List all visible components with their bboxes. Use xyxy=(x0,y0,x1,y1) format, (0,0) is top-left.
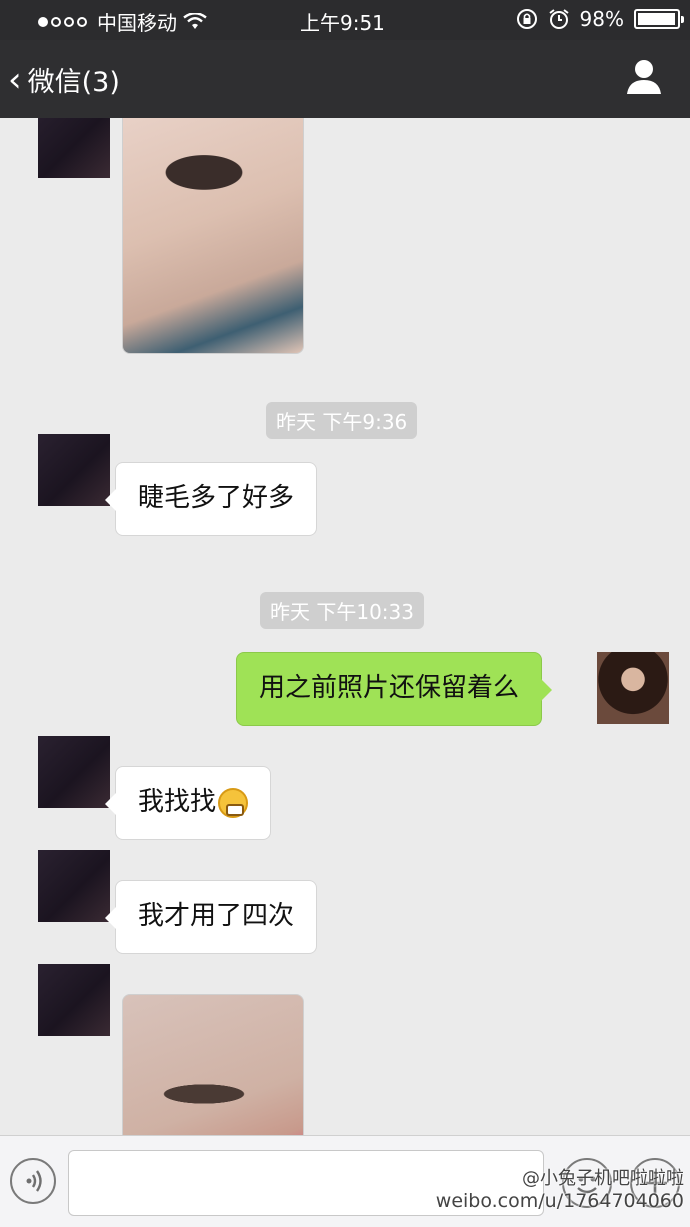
voice-icon[interactable] xyxy=(10,1158,56,1204)
contact-avatar[interactable] xyxy=(38,964,110,1036)
person-icon[interactable] xyxy=(624,56,664,96)
navigation-bar: ‹ 微信(3) xyxy=(0,40,690,118)
timestamp: 昨天 下午9:36 xyxy=(266,402,418,439)
wifi-icon xyxy=(183,12,207,29)
orientation-lock-icon xyxy=(516,9,537,29)
status-time: 上午9:51 xyxy=(300,11,385,35)
message-bubble[interactable]: 睫毛多了好多 xyxy=(104,462,318,536)
status-bar: 中国移动 上午9:51 98% xyxy=(0,0,690,40)
alarm-icon xyxy=(548,9,569,29)
contact-avatar[interactable] xyxy=(38,434,110,506)
message-image[interactable] xyxy=(122,994,304,1135)
contact-avatar[interactable] xyxy=(38,118,110,178)
timestamp: 昨天 下午10:33 xyxy=(260,592,424,629)
chevron-left-icon: ‹ xyxy=(8,59,22,100)
contact-avatar[interactable] xyxy=(38,736,110,808)
chat-area[interactable]: 昨天 下午9:36 睫毛多了好多 昨天 下午10:33 用之前照片还保留着么 我… xyxy=(0,118,690,1135)
grin-icon xyxy=(218,787,249,818)
message-bubble[interactable]: 我才用了四次 xyxy=(104,880,318,954)
status-left: 中国移动 xyxy=(38,7,207,36)
back-button[interactable]: ‹ 微信(3) xyxy=(8,60,120,99)
message-image[interactable] xyxy=(122,118,304,354)
back-label: 微信(3) xyxy=(27,67,120,98)
carrier-label: 中国移动 xyxy=(97,11,177,35)
message-bubble[interactable]: 用之前照片还保留着么 xyxy=(236,652,553,726)
message-text: 我找找 xyxy=(138,787,217,817)
signal-icon xyxy=(38,16,87,27)
self-avatar[interactable] xyxy=(597,652,669,724)
contact-avatar[interactable] xyxy=(38,850,110,922)
battery-percent: 98% xyxy=(579,7,624,31)
battery-icon xyxy=(634,9,684,29)
input-bar: @小兔子机吧啦啦啦 weibo.com/u/1764704060 xyxy=(0,1135,690,1227)
status-right: 98% xyxy=(516,7,684,31)
watermark-handle: @小兔子机吧啦啦啦 xyxy=(522,1168,684,1189)
battery-fill xyxy=(638,13,676,25)
watermark-url: weibo.com/u/1764704060 xyxy=(435,1190,684,1212)
message-bubble[interactable]: 我找找 xyxy=(104,766,272,840)
